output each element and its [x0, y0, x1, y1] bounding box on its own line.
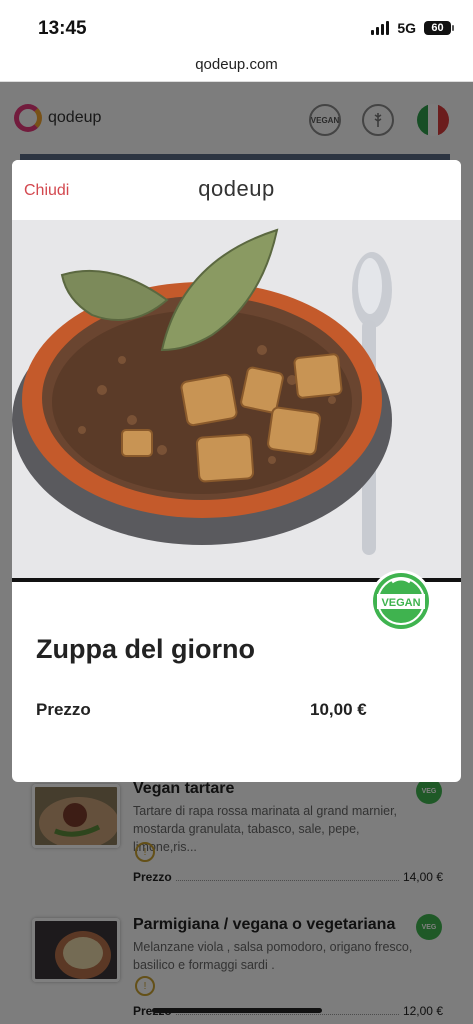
url-bar[interactable]: qodeup.com	[0, 52, 473, 82]
url-text: qodeup.com	[195, 56, 278, 73]
network-type: 5G	[397, 20, 416, 36]
status-bar: 13:45 5G 60	[0, 0, 473, 52]
signal-icon	[371, 21, 390, 35]
dish-photo	[12, 220, 461, 580]
dish-title: Zuppa del giorno	[36, 634, 255, 664]
battery-level: 60	[431, 22, 444, 34]
battery-icon: 60	[424, 21, 454, 35]
modal-header: Chiudi qodeup	[12, 160, 461, 220]
dish-detail-modal: Chiudi qodeup VEGAN Zuppa del giorno Pre…	[12, 160, 461, 782]
modal-logo: qodeup	[198, 176, 275, 201]
status-time: 13:45	[38, 18, 87, 39]
vegan-badge-label: VEGAN	[381, 597, 420, 609]
home-indicator[interactable]	[152, 1008, 322, 1013]
status-indicators: 5G 60	[371, 20, 454, 36]
dish-price-label: Prezzo	[36, 700, 91, 719]
vegan-badge-icon: VEGAN	[368, 568, 434, 634]
dish-price-value: 10,00 €	[310, 700, 367, 719]
